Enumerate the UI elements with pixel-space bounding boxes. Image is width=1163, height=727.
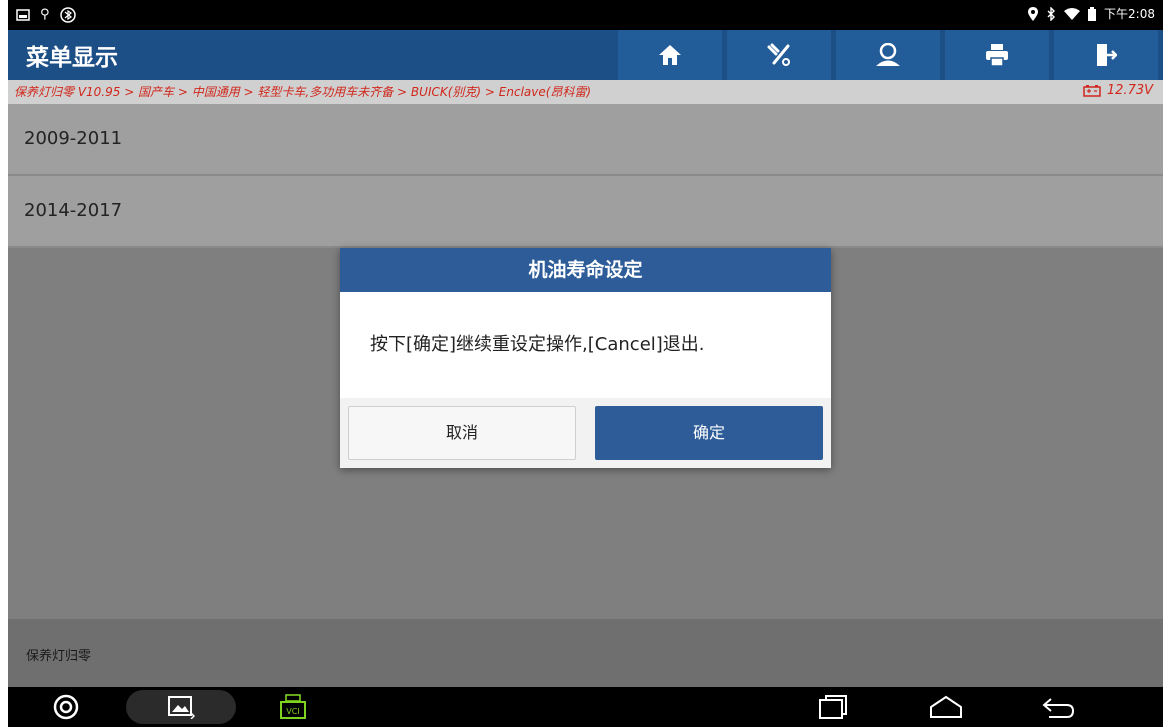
footer-label: 保养灯归零 — [26, 649, 92, 664]
app-frame: ⚲ 下午2:08 菜单显示 保养灯归零 V10.95 > 国产车 > 中国通用 … — [8, 0, 1163, 727]
exit-button[interactable] — [1054, 30, 1158, 80]
diagnose-tool-button[interactable] — [727, 30, 831, 80]
battery-icon — [1088, 6, 1097, 21]
screen-icon — [16, 9, 30, 21]
home-icon — [659, 45, 681, 65]
gallery-button[interactable] — [126, 690, 236, 724]
back-button[interactable] — [1038, 687, 1078, 727]
breadcrumb-path: 保养灯归零 V10.95 > 国产车 > 中国通用 > 轻型卡车,多功用车未齐备… — [14, 85, 592, 99]
confirm-button[interactable]: 确定 — [595, 406, 823, 460]
user-button[interactable] — [836, 30, 940, 80]
cancel-button[interactable]: 取消 — [348, 406, 576, 460]
voltage-indicator: 12.73V — [1083, 83, 1153, 98]
vci-button[interactable]: VCI — [276, 687, 310, 727]
list-item-label: 2009-2011 — [24, 128, 123, 149]
usb-icon: ⚲ — [40, 7, 50, 22]
location-icon — [1028, 6, 1039, 21]
list-item-label: 2014-2017 — [24, 200, 123, 221]
dialog-body: 按下[确定]继续重设定操作,[Cancel]退出. — [340, 292, 831, 398]
print-icon — [986, 44, 1008, 67]
wifi-icon — [1064, 7, 1081, 20]
svg-text:VCI: VCI — [286, 707, 299, 716]
diagnose-tool-icon — [767, 43, 790, 66]
bluetooth-circle-icon — [59, 7, 76, 23]
home-button[interactable] — [618, 30, 722, 80]
dialog-message: 按下[确定]继续重设定操作,[Cancel]退出. — [370, 334, 705, 355]
home-nav-icon — [930, 695, 962, 718]
vci-icon: VCI — [280, 694, 306, 719]
app-header: 菜单显示 — [8, 30, 1163, 80]
status-bar: ⚲ 下午2:08 — [8, 0, 1163, 30]
recents-button[interactable] — [813, 687, 853, 727]
print-button[interactable] — [945, 30, 1049, 80]
browser-button[interactable] — [46, 687, 86, 727]
dialog-title: 机油寿命设定 — [340, 248, 831, 292]
list-item-2014-2017[interactable]: 2014-2017 — [8, 176, 1163, 248]
breadcrumb: 保养灯归零 V10.95 > 国产车 > 中国通用 > 轻型卡车,多功用车未齐备… — [8, 80, 1163, 104]
oil-life-dialog: 机油寿命设定 按下[确定]继续重设定操作,[Cancel]退出. 取消 确定 — [340, 248, 831, 468]
page-title: 菜单显示 — [26, 45, 118, 71]
list-item-2009-2011[interactable]: 2009-2011 — [8, 104, 1163, 176]
home-nav-button[interactable] — [926, 687, 966, 727]
battery-voltage-icon — [1083, 84, 1101, 97]
gallery-icon — [168, 696, 195, 719]
status-time: 下午2:08 — [1104, 7, 1155, 21]
recents-icon — [819, 695, 847, 719]
system-nav-bar: VCI — [8, 687, 1163, 727]
user-icon — [876, 43, 900, 66]
bluetooth-icon — [1047, 6, 1056, 21]
back-icon — [1042, 698, 1075, 718]
exit-icon — [1097, 44, 1117, 66]
voltage-value: 12.73V — [1106, 83, 1153, 98]
footer-bar: 保养灯归零 — [8, 619, 1163, 687]
browser-icon — [53, 694, 79, 720]
